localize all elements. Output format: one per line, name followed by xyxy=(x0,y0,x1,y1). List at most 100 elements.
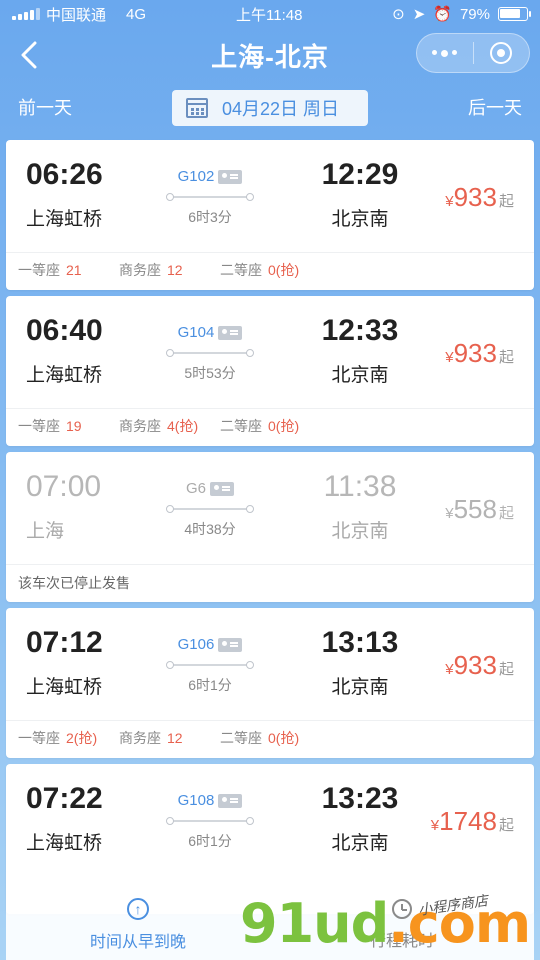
status-bar: 中国联通 4G 上午11:48 ⊙ ➤ ⏰ 79% xyxy=(0,0,540,28)
page-title: 上海-北京 xyxy=(211,41,329,72)
lock-rotation-icon: ⊙ xyxy=(392,6,405,23)
seat-class: 商务座 xyxy=(119,262,161,278)
date-label: 04月22日 周日 xyxy=(222,99,340,119)
seat-item: 二等座 0(抢) xyxy=(220,260,321,280)
duration-label: 5时53分 xyxy=(184,365,236,381)
departure-station: 上海虹桥 xyxy=(26,677,103,698)
route-line xyxy=(166,661,254,669)
train-list: 06:26 上海虹桥 G102 6时3分 12:29 北京南 ¥ 933 起 一… xyxy=(6,140,534,920)
arrival-station: 北京南 xyxy=(331,365,389,386)
chevron-left-icon xyxy=(21,41,37,69)
arrival-station: 北京南 xyxy=(331,209,389,230)
next-day-button[interactable]: 后一天 xyxy=(468,94,522,120)
seat-availability: 一等座 21 商务座 12 二等座 0(抢) xyxy=(18,260,321,280)
departure-station: 上海虹桥 xyxy=(26,365,103,386)
battery-label: 79% xyxy=(459,5,490,23)
train-card[interactable]: 07:00 上海 G6 4时38分 11:38 北京南 ¥ 558 起 该车次已… xyxy=(6,452,534,602)
back-button[interactable] xyxy=(14,38,44,72)
price: ¥ 933 起 xyxy=(445,338,514,369)
route-line xyxy=(166,817,254,825)
id-card-icon xyxy=(218,637,243,652)
train-number-label: G102 xyxy=(177,168,215,185)
seat-item: 一等座 21 xyxy=(18,260,119,280)
sort-by-time-button[interactable]: ↑ 时间从早到晚 xyxy=(6,890,270,960)
duration-label: 6时1分 xyxy=(188,677,232,693)
price-suffix: 起 xyxy=(498,193,514,210)
train-card[interactable]: 06:26 上海虹桥 G102 6时3分 12:29 北京南 ¥ 933 起 一… xyxy=(6,140,534,290)
price-value: 933 xyxy=(453,338,497,368)
train-number: G106 xyxy=(170,636,250,653)
arrival-station: 北京南 xyxy=(331,521,389,542)
seat-item: 二等座 0(抢) xyxy=(220,728,321,748)
train-number-label: G6 xyxy=(185,480,206,497)
watermark-main: 91ud xyxy=(240,892,389,955)
arrival-station: 北京南 xyxy=(331,677,389,698)
price: ¥ 1748 起 xyxy=(431,806,514,837)
price-value: 558 xyxy=(453,494,497,524)
arrival-time: 12:29 xyxy=(321,158,399,191)
seat-count: 0(抢) xyxy=(268,418,300,434)
sale-stopped-note: 该车次已停止发售 xyxy=(18,575,130,591)
train-number: G102 xyxy=(170,168,250,185)
route-line xyxy=(166,193,254,201)
price-value: 933 xyxy=(453,182,497,212)
prev-day-button[interactable]: 前一天 xyxy=(18,94,72,120)
duration-label: 4时38分 xyxy=(184,521,236,537)
price: ¥ 933 起 xyxy=(445,650,514,681)
price-value: 933 xyxy=(453,650,497,680)
seat-count: 2(抢) xyxy=(66,730,98,746)
card-divider xyxy=(6,564,534,565)
seat-count: 0(抢) xyxy=(268,262,300,278)
route-line xyxy=(166,349,254,357)
departure-time: 07:22 xyxy=(26,782,103,815)
seat-item: 商务座 4(抢) xyxy=(119,416,220,436)
arrival-time: 13:13 xyxy=(321,626,399,659)
more-button[interactable] xyxy=(417,34,473,72)
carrier-label: 中国联通 xyxy=(46,6,107,24)
battery-fill xyxy=(500,9,520,18)
seat-item: 商务座 12 xyxy=(119,728,220,748)
seat-class: 二等座 xyxy=(220,730,262,746)
seat-class: 一等座 xyxy=(18,730,60,746)
location-icon: ➤ xyxy=(412,6,426,23)
duration-label: 6时1分 xyxy=(188,833,232,849)
seat-count: 4(抢) xyxy=(167,418,199,434)
seat-class: 商务座 xyxy=(119,418,161,434)
arrival-time: 13:23 xyxy=(321,782,399,815)
date-picker[interactable]: 04月22日 周日 xyxy=(172,90,368,126)
battery-icon xyxy=(498,7,531,21)
mini-program-capsule xyxy=(416,33,530,73)
card-divider xyxy=(6,252,534,253)
train-card[interactable]: 07:12 上海虹桥 G106 6时1分 13:13 北京南 ¥ 933 起 一… xyxy=(6,608,534,758)
arrival-station: 北京南 xyxy=(331,833,389,854)
seat-count: 12 xyxy=(167,262,183,278)
seat-availability: 一等座 2(抢) 商务座 12 二等座 0(抢) xyxy=(18,728,321,748)
more-icon xyxy=(432,49,458,57)
price-currency: ¥ xyxy=(445,505,454,522)
id-card-icon xyxy=(210,481,234,496)
arrow-up-icon: ↑ xyxy=(127,898,149,920)
status-left: 中国联通 4G xyxy=(12,4,146,25)
price-suffix: 起 xyxy=(498,505,514,522)
signal-icon xyxy=(12,8,40,20)
seat-class: 一等座 xyxy=(18,418,60,434)
seat-count: 21 xyxy=(66,262,82,278)
train-number: G104 xyxy=(170,324,250,341)
seat-count: 0(抢) xyxy=(268,730,300,746)
seat-item: 一等座 2(抢) xyxy=(18,728,119,748)
seat-item: 商务座 12 xyxy=(119,260,220,280)
price-suffix: 起 xyxy=(498,349,514,366)
price-suffix: 起 xyxy=(498,661,514,678)
train-card[interactable]: 06:40 上海虹桥 G104 5时53分 12:33 北京南 ¥ 933 起 … xyxy=(6,296,534,446)
close-mini-program-button[interactable] xyxy=(474,34,530,72)
duration-label: 6时3分 xyxy=(188,209,232,225)
train-number-label: G104 xyxy=(177,324,215,341)
status-right: ⊙ ➤ ⏰ 79% xyxy=(392,5,531,23)
card-divider xyxy=(6,720,534,721)
seat-class: 二等座 xyxy=(220,418,262,434)
network-label: 4G xyxy=(126,5,147,23)
date-bar: 前一天 04月22日 周日 后一天 xyxy=(0,86,540,128)
price: ¥ 933 起 xyxy=(445,182,514,213)
departure-station: 上海 xyxy=(26,521,65,542)
price-currency: ¥ xyxy=(445,661,454,678)
